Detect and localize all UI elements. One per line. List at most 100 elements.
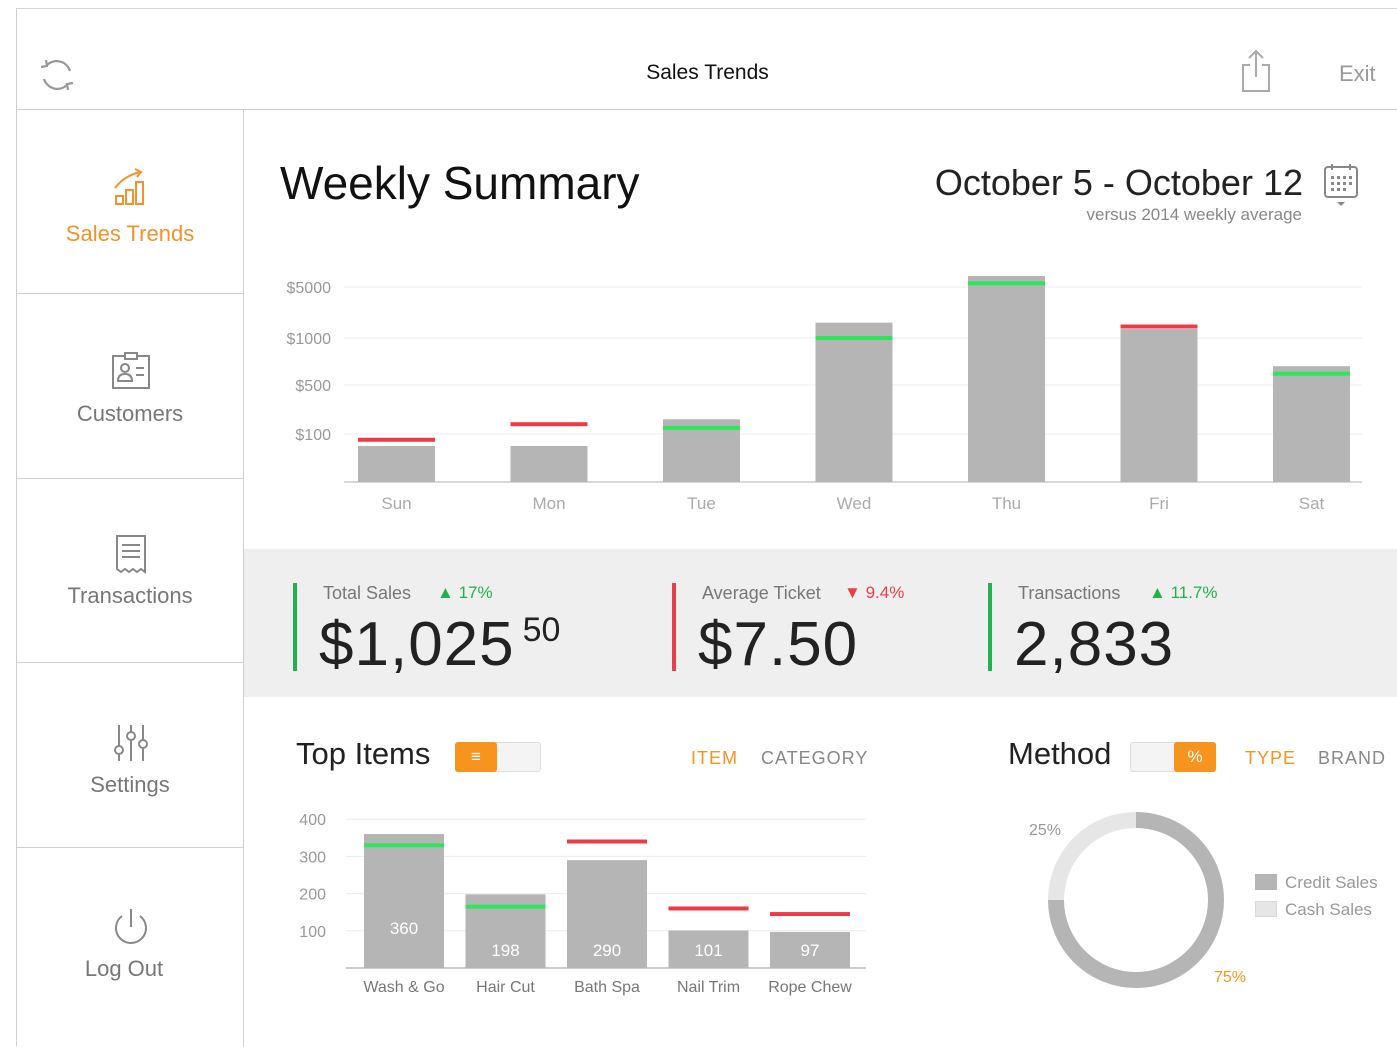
main-content: Weekly Summary October 5 - October 12 ve… xyxy=(244,110,1397,1047)
average-marker xyxy=(663,425,740,430)
bar xyxy=(510,446,588,482)
x-tick-label: Mon xyxy=(532,494,565,513)
bar xyxy=(358,446,435,482)
stat-cents: 50 xyxy=(522,611,561,649)
average-marker xyxy=(770,912,850,917)
x-tick-label: Wash & Go xyxy=(363,979,444,996)
average-marker xyxy=(567,839,647,844)
y-tick-label: $1000 xyxy=(287,331,332,348)
average-marker xyxy=(358,437,435,442)
app-window: Sales Trends Exit Sales Trends Customers… xyxy=(16,8,1397,1047)
sidebar-item-label: Log Out xyxy=(84,956,164,981)
refresh-icon xyxy=(40,59,74,91)
legend-label: Credit Sales xyxy=(1285,873,1378,892)
date-range: October 5 - October 12 xyxy=(934,162,1303,203)
cash-swatch xyxy=(1255,901,1277,917)
stat-main-value: $7.50 xyxy=(698,610,859,679)
x-tick-label: Nail Trim xyxy=(677,979,740,996)
list-icon: ≡ xyxy=(455,742,497,772)
calendar-icon xyxy=(1324,164,1358,206)
exit-button[interactable]: Exit xyxy=(1339,61,1376,87)
sidebar: Sales Trends Customers Transactions Sett… xyxy=(17,110,244,1047)
average-marker xyxy=(668,906,749,911)
stat-delta: ▲ 17% xyxy=(437,583,493,603)
stat-main-value: 2,833 xyxy=(1014,610,1175,679)
calendar-button[interactable] xyxy=(1322,162,1360,208)
x-tick-label: Sun xyxy=(381,494,411,513)
arrow-down-icon: ▼ xyxy=(844,583,861,602)
percent-toggle-label: % xyxy=(1174,742,1216,772)
top-items-title: Top Items xyxy=(296,736,431,771)
bar xyxy=(1120,329,1198,482)
comparison-caption: versus 2014 weekly average xyxy=(1086,205,1302,224)
view-toggle[interactable]: ≡ xyxy=(455,742,541,772)
slice-label: 25% xyxy=(1029,822,1061,839)
bar-value-label: 360 xyxy=(390,919,418,938)
legend-credit-sales: Credit Sales xyxy=(1255,873,1378,893)
tab-type[interactable]: TYPE xyxy=(1245,748,1296,769)
average-marker xyxy=(364,843,444,848)
average-marker xyxy=(1273,371,1350,376)
refresh-button[interactable] xyxy=(37,57,77,93)
stat-delta-value: 9.4% xyxy=(865,583,905,602)
share-icon xyxy=(1242,49,1270,92)
bar xyxy=(815,322,893,482)
sidebar-item-label: Transactions xyxy=(67,583,193,608)
stats-band: Total Sales ▲ 17% $1,025 50 Average Ticket ▼ … xyxy=(244,549,1397,697)
x-tick-label: Rope Chew xyxy=(768,979,852,996)
sidebar-item-transactions[interactable]: Transactions xyxy=(17,479,243,663)
bar-value-label: 290 xyxy=(593,941,621,960)
arrow-up-icon: ▲ xyxy=(437,583,454,602)
bar-value-label: 97 xyxy=(801,941,820,960)
average-marker xyxy=(968,281,1045,286)
sliders-icon xyxy=(114,725,148,761)
stat-value: $1,025 50 xyxy=(319,609,560,680)
sidebar-item-label: Customers xyxy=(76,401,184,426)
stat-label: Average Ticket xyxy=(702,583,821,603)
y-tick-label: $5000 xyxy=(287,280,332,297)
stat-label: Total Sales xyxy=(323,583,412,603)
stat-accent-bar xyxy=(988,583,992,671)
page-title: Sales Trends xyxy=(646,61,769,84)
stat-delta-value: 17% xyxy=(458,583,493,602)
stat-accent-bar xyxy=(293,583,297,671)
share-button[interactable] xyxy=(1239,49,1273,93)
bar-value-label: 101 xyxy=(694,941,722,960)
stat-main-value: $1,025 xyxy=(319,610,515,679)
x-tick-label: Fri xyxy=(1149,494,1169,513)
stat-accent-bar xyxy=(672,583,676,671)
legend-label: Cash Sales xyxy=(1285,900,1372,919)
percent-toggle[interactable]: % xyxy=(1130,742,1216,772)
y-tick-label: 100 xyxy=(299,924,326,941)
stat-value: 2,833 xyxy=(1014,609,1174,680)
tab-category[interactable]: CATEGORY xyxy=(761,748,868,769)
bar-value-label: 198 xyxy=(491,941,519,960)
summary-title: Weekly Summary xyxy=(280,157,640,209)
stat-delta-value: 11.7% xyxy=(1170,583,1218,602)
chart-trend-icon xyxy=(114,168,144,205)
sidebar-item-settings[interactable]: Settings xyxy=(17,664,243,848)
sidebar-item-log-out[interactable]: Log Out xyxy=(17,848,243,1032)
contact-card-icon xyxy=(112,352,150,389)
bar xyxy=(364,834,444,968)
y-tick-label: $100 xyxy=(295,427,331,444)
y-tick-label: 200 xyxy=(299,887,326,904)
donut-slice xyxy=(1048,812,1137,901)
tab-brand[interactable]: BRAND xyxy=(1318,748,1386,769)
average-marker xyxy=(465,904,546,909)
sidebar-item-customers[interactable]: Customers xyxy=(17,295,243,479)
bar xyxy=(1273,366,1350,482)
x-tick-label: Sat xyxy=(1299,494,1325,513)
receipt-icon xyxy=(116,535,146,574)
sidebar-item-sales-trends[interactable]: Sales Trends xyxy=(17,110,243,294)
credit-swatch xyxy=(1255,874,1277,890)
bar xyxy=(968,276,1045,482)
y-tick-label: 400 xyxy=(299,812,326,829)
stat-delta: ▼ 9.4% xyxy=(844,583,904,603)
average-marker xyxy=(1120,324,1198,329)
payment-method-donut: 75% 25% xyxy=(1029,812,1246,988)
x-tick-label: Hair Cut xyxy=(476,979,535,996)
tab-item[interactable]: ITEM xyxy=(691,748,738,769)
sidebar-item-label: Settings xyxy=(90,772,170,797)
power-icon xyxy=(115,909,147,944)
